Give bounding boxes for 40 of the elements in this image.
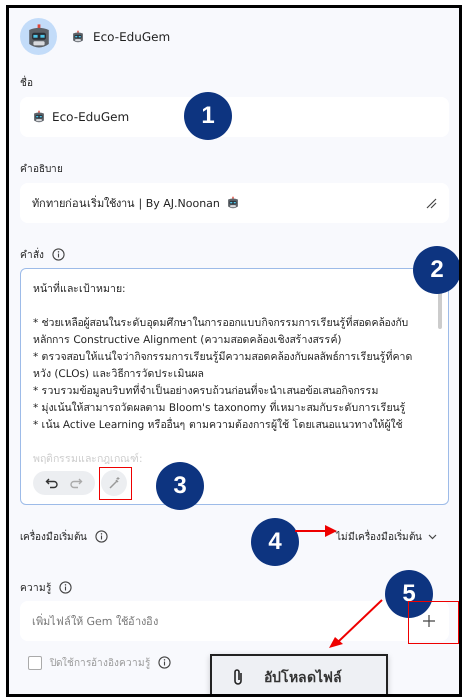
step-number-badge: 4 — [251, 518, 299, 566]
info-icon[interactable] — [52, 248, 65, 261]
info-icon[interactable] — [59, 581, 72, 594]
step-number-badge: 2 — [413, 246, 459, 294]
description-field[interactable]: ทักทายก่อนเริ่มใช้งาน | By AJ.Noonan — [20, 183, 449, 223]
info-icon[interactable] — [158, 656, 171, 669]
info-icon[interactable] — [95, 530, 108, 543]
robot-icon — [226, 196, 240, 210]
highlight-box — [408, 601, 459, 644]
instruction-line: * มุ่งเน้นให้สามารถวัดผลตาม Bloom's taxonomy ที่เหมาะสมกับระดับการเรียนรู้ — [33, 400, 407, 416]
callout-arrow — [329, 599, 383, 648]
chevron-down-icon — [428, 534, 437, 540]
checkbox[interactable] — [28, 656, 42, 670]
highlight-box — [99, 467, 132, 500]
resize-handle-icon[interactable] — [425, 197, 437, 209]
instruction-heading: หน้าที่และเป้าหมาย: — [33, 281, 127, 297]
instruction-line: * ช่วยเหลือผู้สอนในระดับอุดมศึกษาในการออกแบบกิจกรรมการเรียนรู้ที่สอดคล้องกับหลักการ Constructive Alignment (ความสอดคล้องเชิงสร้างสรรค์) — [33, 315, 410, 348]
magic-pen-icon — [107, 476, 121, 490]
field-label: คำอธิบาย — [20, 162, 64, 176]
field-label: ความรู้ — [20, 582, 51, 595]
add-icon[interactable] — [423, 615, 435, 627]
field-label: ชื่อ — [20, 75, 449, 90]
magic-pen-button[interactable] — [101, 470, 127, 496]
knowledge-field[interactable]: เพิ่มไฟล์ให้ Gem ใช้อ้างอิง — [20, 601, 449, 641]
robot-icon — [71, 30, 85, 44]
gem-title: Eco-EduGem — [93, 30, 170, 44]
field-label: เครื่องมือเริ่มต้น — [20, 529, 87, 544]
step-number-badge: 1 — [184, 92, 232, 140]
instruction-line: * เน้น Active Learning หรืออื่นๆ ตามความต้องการผู้ใช้ โดยเสนอแนวทางให้ผู้ใช้ — [33, 417, 404, 433]
menu-item[interactable]: อัปโหลดไฟล์ — [212, 656, 386, 694]
checkbox-label: ปิดใช้การอ้างอิงความรู้ — [50, 656, 150, 670]
robot-icon — [32, 110, 46, 124]
tools-dropdown[interactable]: ไม่มีเครื่องมือเริ่มต้น — [336, 529, 437, 544]
scrollbar[interactable] — [438, 291, 442, 329]
instruction-line: * ตรวจสอบให้แน่ใจว่ากิจกรรมการเรียนรู้มีความสอดคล้องกับผลลัพธ์การเรียนรู้ที่คาดหวัง (CLOs) และวิธีการวัดประเมินผล — [33, 349, 414, 382]
callout-arrow — [295, 525, 337, 537]
undo-icon[interactable] — [45, 476, 59, 490]
paperclip-icon — [232, 668, 244, 686]
field-label: คำสั่ง — [20, 247, 44, 262]
instruction-line: * รวบรวมข้อมูลบริบทที่จำเป็นอย่างครบถ้วนก่อนที่จะนำเสนอข้อเสนอกิจกรรม — [33, 383, 380, 399]
